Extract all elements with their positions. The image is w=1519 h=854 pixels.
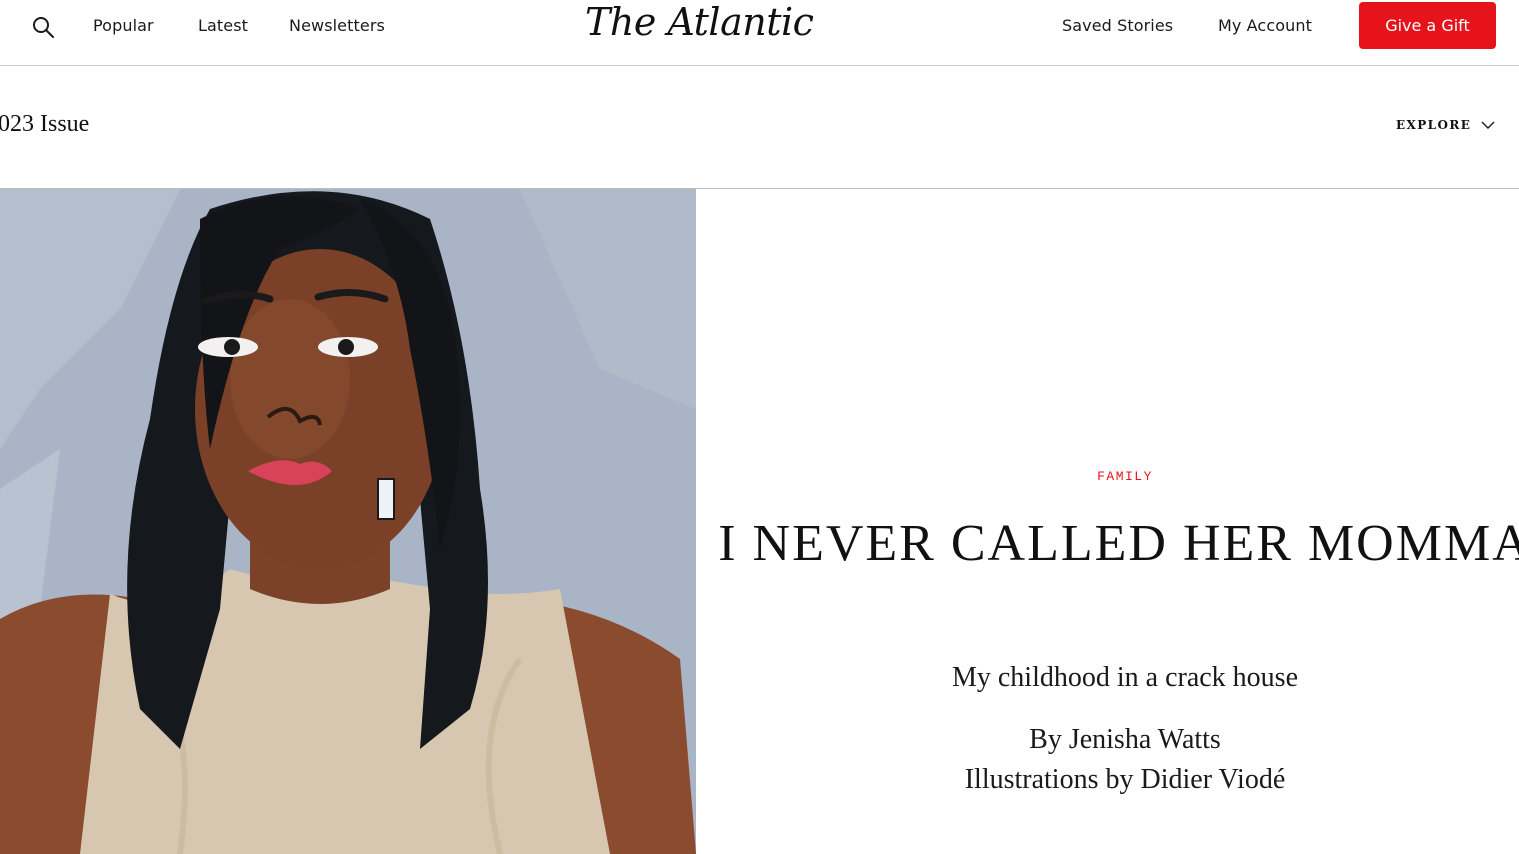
search-icon — [33, 17, 54, 38]
give-a-gift-button[interactable]: Give a Gift — [1359, 2, 1496, 49]
article-dek: My childhood in a crack house — [951, 662, 1299, 693]
nav-link-latest[interactable]: Latest — [198, 16, 248, 35]
illustration-credit: Illustrations by Didier Viodé — [964, 764, 1286, 795]
explore-label: EXPLORE — [1396, 118, 1472, 132]
explore-menu-button[interactable]: EXPLORE — [1396, 118, 1495, 132]
article-headline: I NEVER CALLED HER MOMMA — [718, 515, 1519, 572]
nav-link-saved-stories[interactable]: Saved Stories — [1062, 16, 1173, 35]
issue-link[interactable]: 2023 Issue — [0, 111, 89, 138]
hero-illustration — [0, 189, 696, 854]
portrait-illustration — [0, 189, 696, 854]
chevron-down-icon — [1481, 121, 1495, 129]
article-hero: FAMILY I NEVER CALLED HER MOMMA My child… — [696, 189, 1519, 854]
issue-bar: 2023 Issue EXPLORE — [0, 66, 1519, 189]
section-kicker[interactable]: FAMILY — [696, 469, 1519, 484]
nav-link-newsletters[interactable]: Newsletters — [289, 16, 385, 35]
nav-link-popular[interactable]: Popular — [93, 16, 154, 35]
nav-link-my-account[interactable]: My Account — [1218, 16, 1312, 35]
article-byline: By Jenisha Watts — [1029, 724, 1221, 755]
top-navigation: Popular Latest Newsletters The Atlantic … — [0, 0, 1519, 66]
search-button[interactable] — [30, 14, 56, 40]
site-logo[interactable]: The Atlantic — [585, 0, 814, 44]
